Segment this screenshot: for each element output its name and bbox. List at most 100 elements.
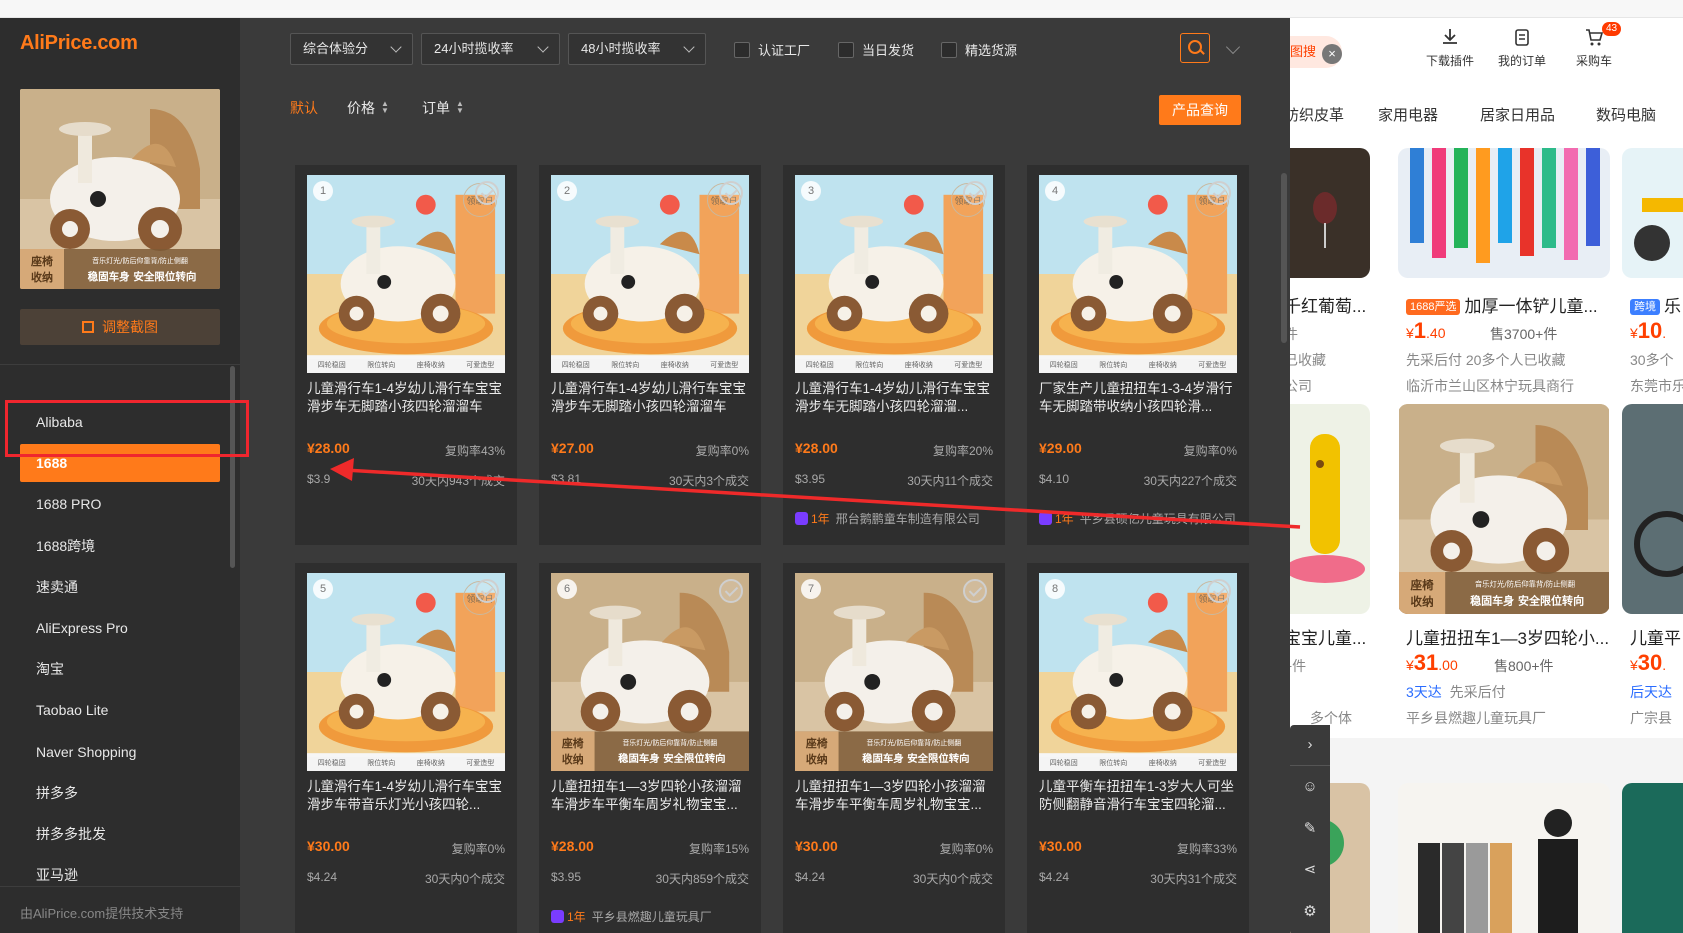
bg-nav-item[interactable]: 居家日用品: [1480, 104, 1555, 125]
chevron-right-icon[interactable]: ›: [1300, 735, 1320, 755]
bg-tool-download[interactable]: 下载插件: [1414, 26, 1486, 69]
search-icon[interactable]: [1180, 33, 1210, 63]
select-check-icon[interactable]: [963, 181, 987, 205]
source-item[interactable]: 1688跨境: [20, 527, 220, 565]
bg-product-title[interactable]: 儿童平: [1630, 624, 1681, 649]
product-image[interactable]: 四轮稳固 限位转向 座椅收纳 可爱造型 领取日 3: [795, 175, 993, 373]
sort-default[interactable]: 默认: [290, 98, 318, 118]
product-card[interactable]: 四轮稳固 限位转向 座椅收纳 可爱造型 领取日 1 儿童滑行车1-4岁幼儿滑行车宝宝滑步车无…: [295, 165, 517, 545]
supplier-row[interactable]: 1年 邢台鹅鹏童车制造有限公司: [795, 510, 1005, 527]
bg-product-image[interactable]: [1622, 783, 1683, 933]
bg-product-image[interactable]: [1398, 783, 1610, 933]
checkbox-box[interactable]: [734, 42, 750, 58]
checkbox-box[interactable]: [941, 42, 957, 58]
bg-product-image[interactable]: [1290, 404, 1370, 614]
product-image[interactable]: 6: [551, 573, 749, 771]
select-48h-pickup-rate[interactable]: 48小时揽收率: [568, 33, 706, 65]
product-title[interactable]: 儿童滑行车1-4岁幼儿滑行车宝宝滑步车无脚踏小孩四轮溜溜...: [795, 380, 993, 416]
sidebar-scrollbar[interactable]: [230, 366, 235, 568]
bg-product-title[interactable]: 宝宝儿童...: [1290, 624, 1366, 649]
bg-product-title[interactable]: 千红葡萄...: [1290, 292, 1366, 317]
bg-product-line: +件: [1290, 658, 1307, 674]
select-24h-pickup-rate[interactable]: 24小时揽收率: [421, 33, 560, 65]
product-image[interactable]: 四轮稳固 限位转向 座椅收纳 可爱造型 领取日 2: [551, 175, 749, 373]
supplier-row[interactable]: 1年 平乡县燃趣儿童玩具厂: [551, 908, 761, 925]
checkbox-label: 精选货源: [965, 43, 1018, 58]
select-check-icon[interactable]: [1207, 181, 1231, 205]
product-image[interactable]: 四轮稳固 限位转向 座椅收纳 可爱造型 领取日 4: [1039, 175, 1237, 373]
aliprice-logo[interactable]: AliPrice.com: [20, 32, 138, 55]
product-card[interactable]: 四轮稳固 限位转向 座椅收纳 可爱造型 领取日 2 儿童滑行车1-4岁幼儿滑行车宝宝滑步车无…: [539, 165, 761, 545]
bg-nav-item[interactable]: 纺织皮革: [1290, 104, 1344, 125]
usd-price: $4.24: [307, 870, 338, 884]
source-item[interactable]: 拼多多批发: [20, 815, 220, 853]
product-card[interactable]: 四轮稳固 限位转向 座椅收纳 可爱造型 领取日 5 儿童滑行车1-4岁幼儿滑行车宝宝滑步车带…: [295, 563, 517, 933]
share-icon[interactable]: ⋖: [1300, 860, 1320, 880]
clipboard-icon: [1515, 29, 1529, 46]
select-check-icon[interactable]: [719, 579, 743, 603]
bg-close-icon[interactable]: ×: [1322, 44, 1342, 64]
source-item[interactable]: 1688 PRO: [20, 485, 220, 523]
checkbox-same-day-shipping[interactable]: 当日发货: [838, 40, 914, 59]
sort-orders[interactable]: 订单 ▲ ▼: [422, 98, 464, 118]
source-item[interactable]: 拼多多: [20, 774, 220, 812]
source-item[interactable]: 速卖通: [20, 568, 220, 606]
select-check-icon[interactable]: [719, 181, 743, 205]
product-title[interactable]: 厂家生产儿童扭扭车1-3-4岁滑行车无脚踏带收纳小孩四轮滑...: [1039, 380, 1237, 416]
bg-tool-cart[interactable]: 43 采购车: [1558, 22, 1630, 69]
product-title[interactable]: 儿童平衡车扭扭车1-3岁大人可坐防侧翻静音滑行车宝宝四轮溜...: [1039, 778, 1237, 814]
product-title[interactable]: 儿童扭扭车1—3岁四轮小孩溜溜车滑步车平衡车周岁礼物宝宝...: [551, 778, 749, 814]
bg-product-sold: 售3700+件: [1490, 326, 1558, 342]
product-card[interactable]: 四轮稳固 限位转向 座椅收纳 可爱造型 领取日 3 儿童滑行车1-4岁幼儿滑行车宝宝滑步车无…: [783, 165, 1005, 545]
select-check-icon[interactable]: [475, 579, 499, 603]
select-check-icon[interactable]: [475, 181, 499, 205]
bg-product-image[interactable]: [1622, 148, 1683, 278]
product-title[interactable]: 儿童滑行车1-4岁幼儿滑行车宝宝滑步车带音乐灯光小孩四轮...: [307, 778, 505, 814]
bg-row-1: 千红葡萄... 件 已收藏 公司 1688严选 加厚一体铲儿童... ¥1.40 …: [1290, 148, 1683, 398]
product-image[interactable]: 四轮稳固 限位转向 座椅收纳 可爱造型 领取日 5: [307, 573, 505, 771]
product-image[interactable]: 四轮稳固 限位转向 座椅收纳 可爱造型 领取日 1: [307, 175, 505, 373]
product-card[interactable]: 6 儿童扭扭车1—3岁四轮小孩溜溜车滑步车平衡车周岁礼物宝宝... ¥28.00 复购…: [539, 563, 761, 933]
sort-price[interactable]: 价格 ▲ ▼: [347, 98, 389, 118]
bg-product-title[interactable]: 儿童扭扭车1—3岁四轮小...: [1406, 624, 1609, 649]
source-item[interactable]: 淘宝: [20, 650, 220, 688]
checkbox-box[interactable]: [838, 42, 854, 58]
product-image[interactable]: 7: [795, 573, 993, 771]
product-card[interactable]: 四轮稳固 限位转向 座椅收纳 可爱造型 领取日 8 儿童平衡车扭扭车1-3岁大人可坐防侧翻静…: [1027, 563, 1249, 933]
product-title[interactable]: 儿童滑行车1-4岁幼儿滑行车宝宝滑步车无脚踏小孩四轮溜溜车: [307, 380, 505, 416]
product-card[interactable]: 四轮稳固 限位转向 座椅收纳 可爱造型 领取日 4 厂家生产儿童扭扭车1-3-4岁滑行车无脚…: [1027, 165, 1249, 545]
edit-icon[interactable]: ✎: [1300, 819, 1320, 839]
thumb-feature-label: 限位转向: [367, 760, 396, 767]
product-title[interactable]: 儿童扭扭车1—3岁四轮小孩溜溜车滑步车平衡车周岁礼物宝宝...: [795, 778, 993, 814]
repurchase-rate: 复购率15%: [688, 842, 749, 856]
product-query-button[interactable]: 产品查询: [1159, 95, 1241, 125]
supplier-row[interactable]: 1年 平乡县硕亿儿童玩具有限公司: [1039, 510, 1249, 527]
bg-product-title[interactable]: 1688严选 加厚一体铲儿童...: [1406, 292, 1598, 317]
source-item[interactable]: Taobao Lite: [20, 691, 220, 729]
settings-icon[interactable]: ⚙: [1300, 902, 1320, 922]
bike-image: [1634, 511, 1683, 577]
bg-product-title[interactable]: 跨境乐: [1630, 292, 1681, 317]
product-image[interactable]: 四轮稳固 限位转向 座椅收纳 可爱造型 领取日 8: [1039, 573, 1237, 771]
bg-nav-item[interactable]: 数码电脑: [1596, 104, 1656, 125]
source-item[interactable]: Naver Shopping: [20, 733, 220, 771]
product-title[interactable]: 儿童滑行车1-4岁幼儿滑行车宝宝滑步车无脚踏小孩四轮溜溜车: [551, 380, 749, 416]
bg-product-image[interactable]: [1622, 404, 1683, 614]
bg-product-image[interactable]: [1290, 148, 1370, 278]
select-check-icon[interactable]: [963, 579, 987, 603]
bg-tool-orders[interactable]: 我的订单: [1486, 26, 1558, 69]
adjust-screenshot-button[interactable]: 调整截图: [20, 309, 220, 345]
results-scrollbar[interactable]: [1281, 173, 1287, 343]
checkbox-selected-sources[interactable]: 精选货源: [941, 40, 1017, 59]
source-item[interactable]: 亚马逊: [20, 856, 220, 894]
select-check-icon[interactable]: [1207, 579, 1231, 603]
bg-nav-item[interactable]: 家用电器: [1378, 104, 1438, 125]
bg-product-image[interactable]: [1398, 404, 1610, 614]
select-experience-score[interactable]: 综合体验分: [290, 33, 413, 65]
source-item[interactable]: AliExpress Pro: [20, 609, 220, 647]
product-card[interactable]: 7 儿童扭扭车1—3岁四轮小孩溜溜车滑步车平衡车周岁礼物宝宝... ¥30.00 复购…: [783, 563, 1005, 933]
bg-product-image[interactable]: [1398, 148, 1610, 278]
chevron-down-icon[interactable]: [1225, 39, 1241, 55]
checkbox-certified-factory[interactable]: 认证工厂: [734, 40, 810, 59]
chat-icon[interactable]: ☺: [1300, 777, 1320, 797]
